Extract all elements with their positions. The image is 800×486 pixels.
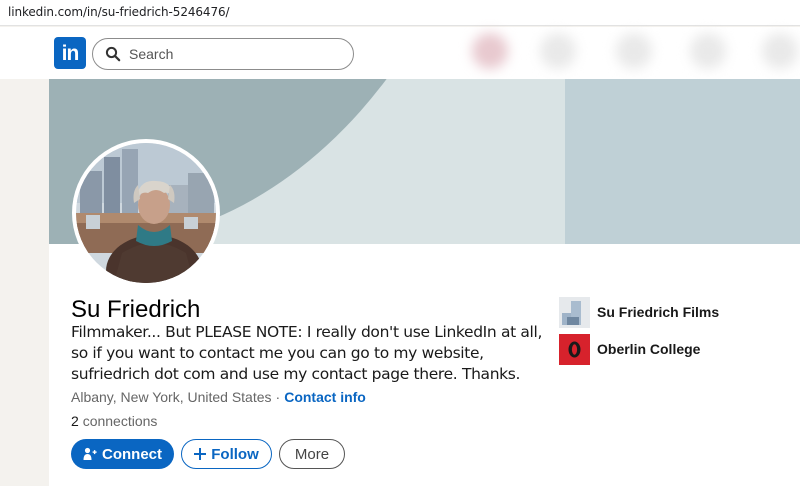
profile-headline: Filmmaker... But PLEASE NOTE: I really d… [71,323,543,383]
org-name: Oberlin College [597,341,701,357]
org-name: Su Friedrich Films [597,304,720,320]
connections-count[interactable]: 2 connections [71,413,157,429]
connections-number: 2 [71,413,79,429]
oberlin-logo-icon [559,333,590,365]
url-text[interactable]: linkedin.com/in/su-friedrich-5246476/ [8,5,230,19]
connections-label: connections [82,413,158,429]
nav-icon-home-icon[interactable] [472,33,508,69]
more-button[interactable]: More [279,439,345,469]
nav-icon-messaging-icon[interactable] [690,33,726,69]
profile-name: Su Friedrich [71,296,201,323]
separator-dot: · [275,389,281,405]
org-item-oberlin-college[interactable]: Oberlin College [559,333,700,365]
linkedin-logo-icon[interactable]: in [54,37,86,69]
nav-icon-notifications-icon[interactable] [762,33,798,69]
follow-button[interactable]: Follow [181,439,272,469]
nav-icons-blurred [458,27,800,79]
profile-location: Albany, New York, United States [71,389,272,405]
profile-avatar[interactable] [72,139,220,287]
browser-address-bar[interactable]: linkedin.com/in/su-friedrich-5246476/ [0,0,800,26]
contact-info-link[interactable]: Contact info [284,389,366,405]
search-icon [105,46,121,62]
profile-photo [76,143,216,283]
plus-icon [194,448,207,460]
connect-button[interactable]: Connect [71,439,174,469]
org-item-su-friedrich-films[interactable]: Su Friedrich Films [559,296,719,328]
add-person-icon [83,447,97,460]
follow-button-label: Follow [211,445,259,463]
more-button-label: More [294,445,330,463]
search-box[interactable] [92,38,354,70]
profile-location-row: Albany, New York, United States · Contact … [71,389,366,405]
top-navigation: in [0,27,800,79]
nav-icon-network-icon[interactable] [540,33,576,69]
search-input[interactable] [129,43,329,65]
company-logo-icon [559,296,590,328]
connect-button-label: Connect [102,445,162,463]
nav-icon-jobs-icon[interactable] [616,33,652,69]
